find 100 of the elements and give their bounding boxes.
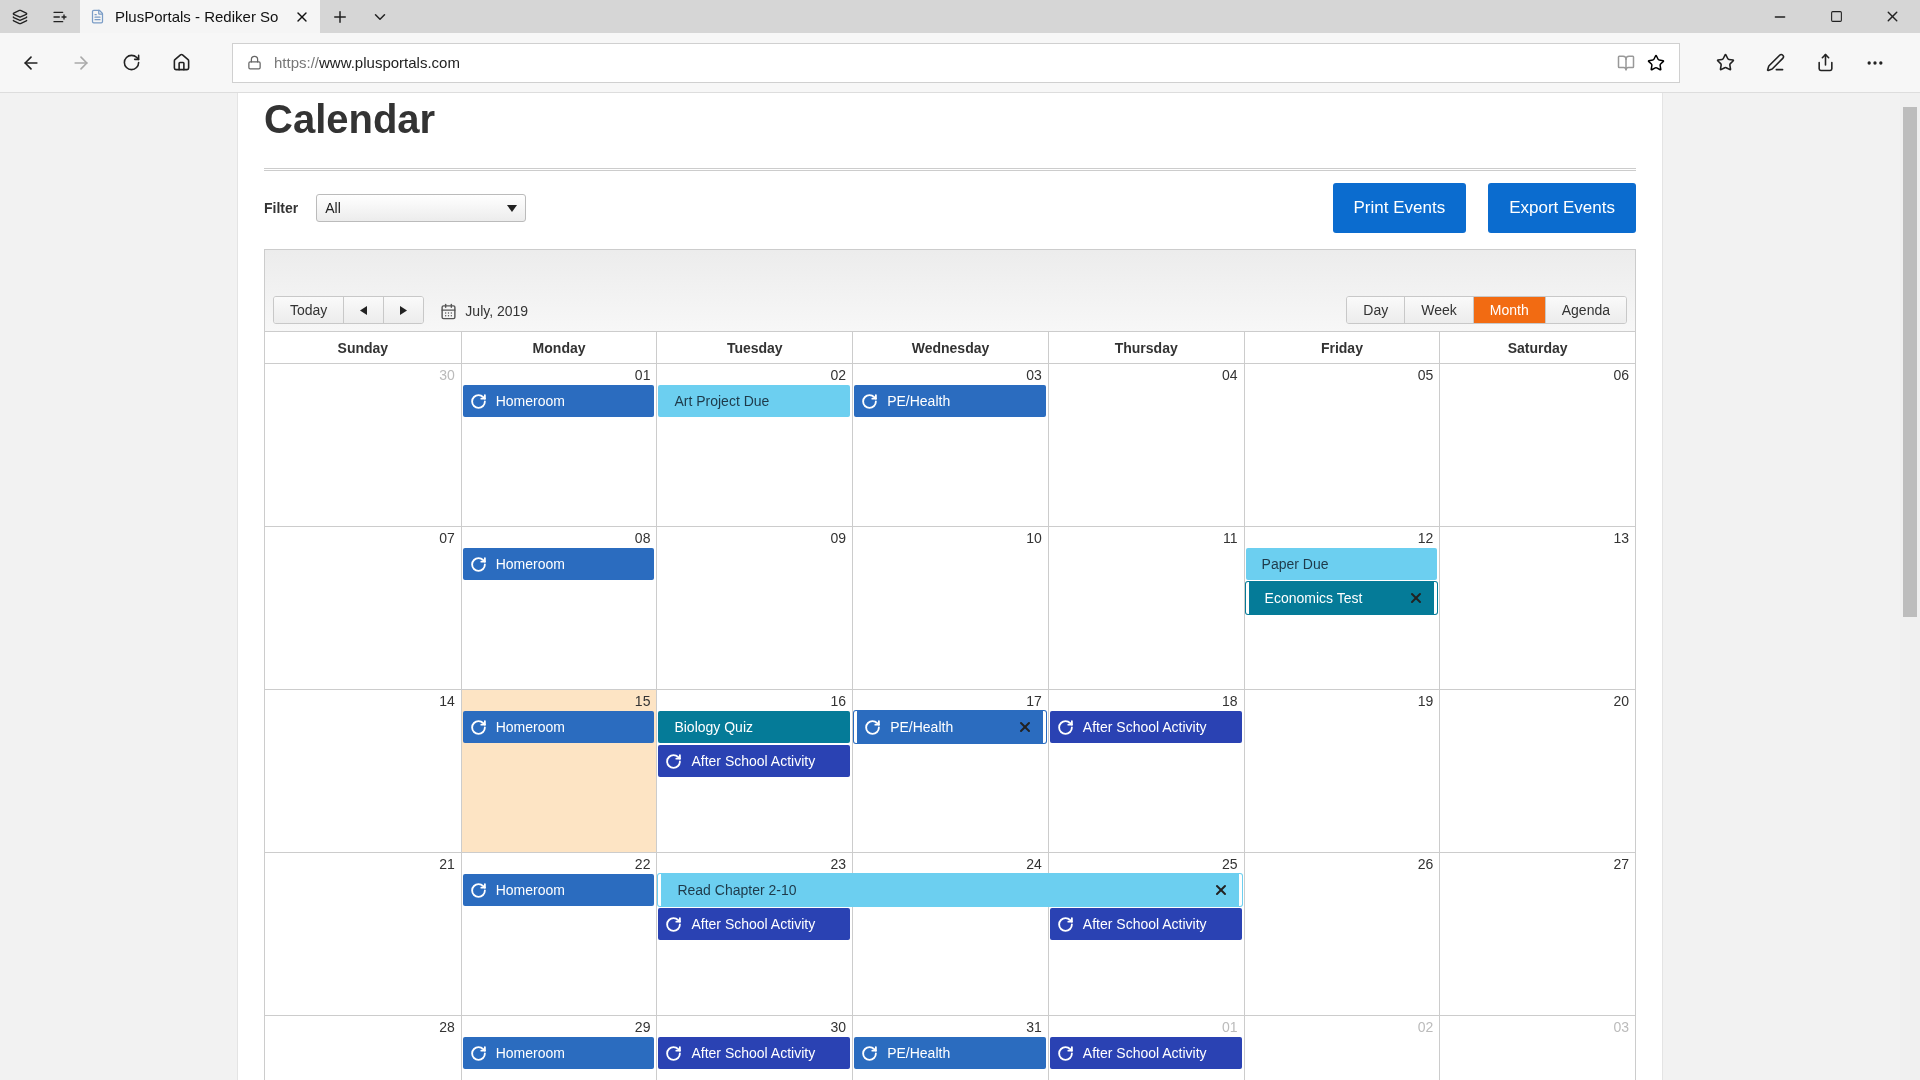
recurring-icon bbox=[1056, 1044, 1074, 1062]
event-title: PE/Health bbox=[887, 1045, 952, 1061]
calendar-event[interactable]: Homeroom bbox=[462, 548, 655, 580]
event-title: Paper Due bbox=[1261, 556, 1330, 572]
next-button[interactable] bbox=[383, 297, 424, 323]
day-number: 29 bbox=[634, 1019, 651, 1035]
day-number: 30 bbox=[439, 367, 455, 383]
day-number: 26 bbox=[1417, 856, 1434, 872]
address-bar[interactable]: https://www.plusportals.com bbox=[232, 42, 1680, 83]
day-number: 05 bbox=[1417, 367, 1434, 383]
calendar-event[interactable]: After School Activity bbox=[1049, 908, 1242, 940]
calendar-event[interactable]: Paper Due bbox=[1245, 548, 1438, 580]
event-title: After School Activity bbox=[691, 753, 817, 769]
weekday-header: Tuesday bbox=[656, 332, 853, 363]
calendar-event[interactable]: Art Project Due bbox=[658, 385, 851, 417]
event-title: Homeroom bbox=[495, 882, 566, 898]
recurring-icon bbox=[469, 1044, 487, 1062]
day-number: 16 bbox=[830, 693, 847, 709]
day-number: 20 bbox=[1613, 693, 1629, 709]
event-title: PE/Health bbox=[890, 719, 955, 735]
event-title: After School Activity bbox=[691, 1045, 817, 1061]
page-icon bbox=[90, 9, 105, 24]
day-number: 11 bbox=[1223, 530, 1238, 546]
event-title: After School Activity bbox=[1082, 916, 1208, 932]
event-title: Read Chapter 2-10 bbox=[677, 882, 798, 898]
left-triangle-icon bbox=[360, 305, 368, 315]
tab-title: PlusPortals - Rediker So bbox=[115, 8, 280, 25]
recurring-icon bbox=[469, 392, 487, 410]
day-number: 17 bbox=[1026, 693, 1042, 709]
day-number: 18 bbox=[1222, 693, 1238, 709]
day-number: 14 bbox=[439, 693, 455, 709]
event-title: Biology Quiz bbox=[674, 719, 754, 735]
calendar-event[interactable]: PE/Health bbox=[854, 385, 1046, 417]
weekday-header: Saturday bbox=[1439, 332, 1635, 363]
recurring-icon bbox=[864, 718, 882, 736]
day-number: 08 bbox=[634, 530, 651, 546]
event-title: PE/Health bbox=[887, 393, 952, 409]
right-triangle-icon bbox=[400, 305, 408, 315]
day-number: 23 bbox=[830, 856, 847, 872]
event-title: Homeroom bbox=[495, 393, 566, 409]
day-number: 12 bbox=[1417, 530, 1434, 546]
calendar-event[interactable]: After School Activity bbox=[1049, 1037, 1242, 1069]
day-number: 15 bbox=[634, 693, 651, 709]
event-title: Art Project Due bbox=[674, 393, 771, 409]
reading-view-icon[interactable] bbox=[1617, 53, 1635, 72]
calendar-event[interactable]: Homeroom bbox=[462, 385, 655, 417]
day-number: 10 bbox=[1026, 530, 1042, 546]
today-button[interactable]: Today bbox=[274, 297, 344, 323]
calendar-icon[interactable] bbox=[440, 302, 458, 320]
day-number: 03 bbox=[1613, 1019, 1629, 1035]
recurring-icon bbox=[861, 392, 879, 410]
weekday-header: Friday bbox=[1243, 332, 1440, 363]
recurring-icon bbox=[861, 1044, 879, 1062]
calendar-event[interactable]: Economics Test bbox=[1245, 582, 1438, 614]
event-title: Homeroom bbox=[495, 1045, 566, 1061]
page-title: Calendar bbox=[264, 97, 1636, 171]
day-number: 01 bbox=[634, 367, 651, 383]
caret-icon bbox=[507, 204, 518, 212]
calendar-event[interactable]: Homeroom bbox=[462, 874, 655, 906]
recurring-icon bbox=[665, 915, 683, 933]
calendar-event[interactable]: Homeroom bbox=[462, 1037, 655, 1069]
weekday-header: Wednesday bbox=[852, 332, 1048, 363]
filter-label: Filter bbox=[264, 200, 299, 216]
action-button[interactable]: Export Events bbox=[1488, 183, 1636, 233]
previous-button[interactable] bbox=[343, 297, 384, 323]
calendar-event[interactable]: After School Activity bbox=[658, 908, 851, 940]
month-label: July, 2019 bbox=[465, 303, 529, 319]
weekday-header: Sunday bbox=[336, 338, 390, 358]
day-number: 03 bbox=[1026, 367, 1042, 383]
event-title: Economics Test bbox=[1264, 590, 1364, 606]
view-tab[interactable]: Agenda bbox=[1544, 297, 1626, 323]
browser-tab[interactable]: PlusPortals - Rediker So bbox=[80, 0, 320, 33]
calendar-event[interactable]: Homeroom bbox=[462, 711, 655, 743]
day-number: 24 bbox=[1026, 856, 1042, 872]
calendar-event[interactable]: PE/Health bbox=[854, 711, 1046, 743]
day-number: 04 bbox=[1222, 367, 1238, 383]
view-tab[interactable]: Day bbox=[1347, 297, 1405, 323]
view-tab[interactable]: Week bbox=[1404, 297, 1473, 323]
action-button[interactable]: Print Events bbox=[1332, 183, 1467, 233]
calendar-event[interactable]: After School Activity bbox=[658, 745, 851, 777]
recurring-icon bbox=[469, 881, 487, 899]
calendar-event[interactable]: After School Activity bbox=[658, 1037, 851, 1069]
day-number: 02 bbox=[830, 367, 847, 383]
url-text: https://www.plusportals.com bbox=[274, 54, 461, 71]
calendar-event[interactable]: After School Activity bbox=[1049, 711, 1242, 743]
day-number: 19 bbox=[1417, 693, 1434, 709]
event-title: Homeroom bbox=[495, 719, 566, 735]
event-title: Homeroom bbox=[495, 556, 566, 572]
calendar-event[interactable]: Read Chapter 2-10 bbox=[658, 874, 1242, 906]
calendar-event[interactable]: Biology Quiz bbox=[658, 711, 851, 743]
day-number: 13 bbox=[1613, 530, 1629, 546]
star-icon[interactable] bbox=[1647, 53, 1665, 72]
filter-dropdown[interactable]: All bbox=[316, 194, 527, 222]
recurring-icon bbox=[665, 752, 683, 770]
calendar-event[interactable]: PE/Health bbox=[854, 1037, 1046, 1069]
day-number: 21 bbox=[439, 856, 455, 872]
event-title: After School Activity bbox=[1082, 719, 1208, 735]
weekday-header: Monday bbox=[460, 332, 657, 363]
day-number: 30 bbox=[830, 1019, 847, 1035]
day-number: 07 bbox=[439, 530, 455, 546]
